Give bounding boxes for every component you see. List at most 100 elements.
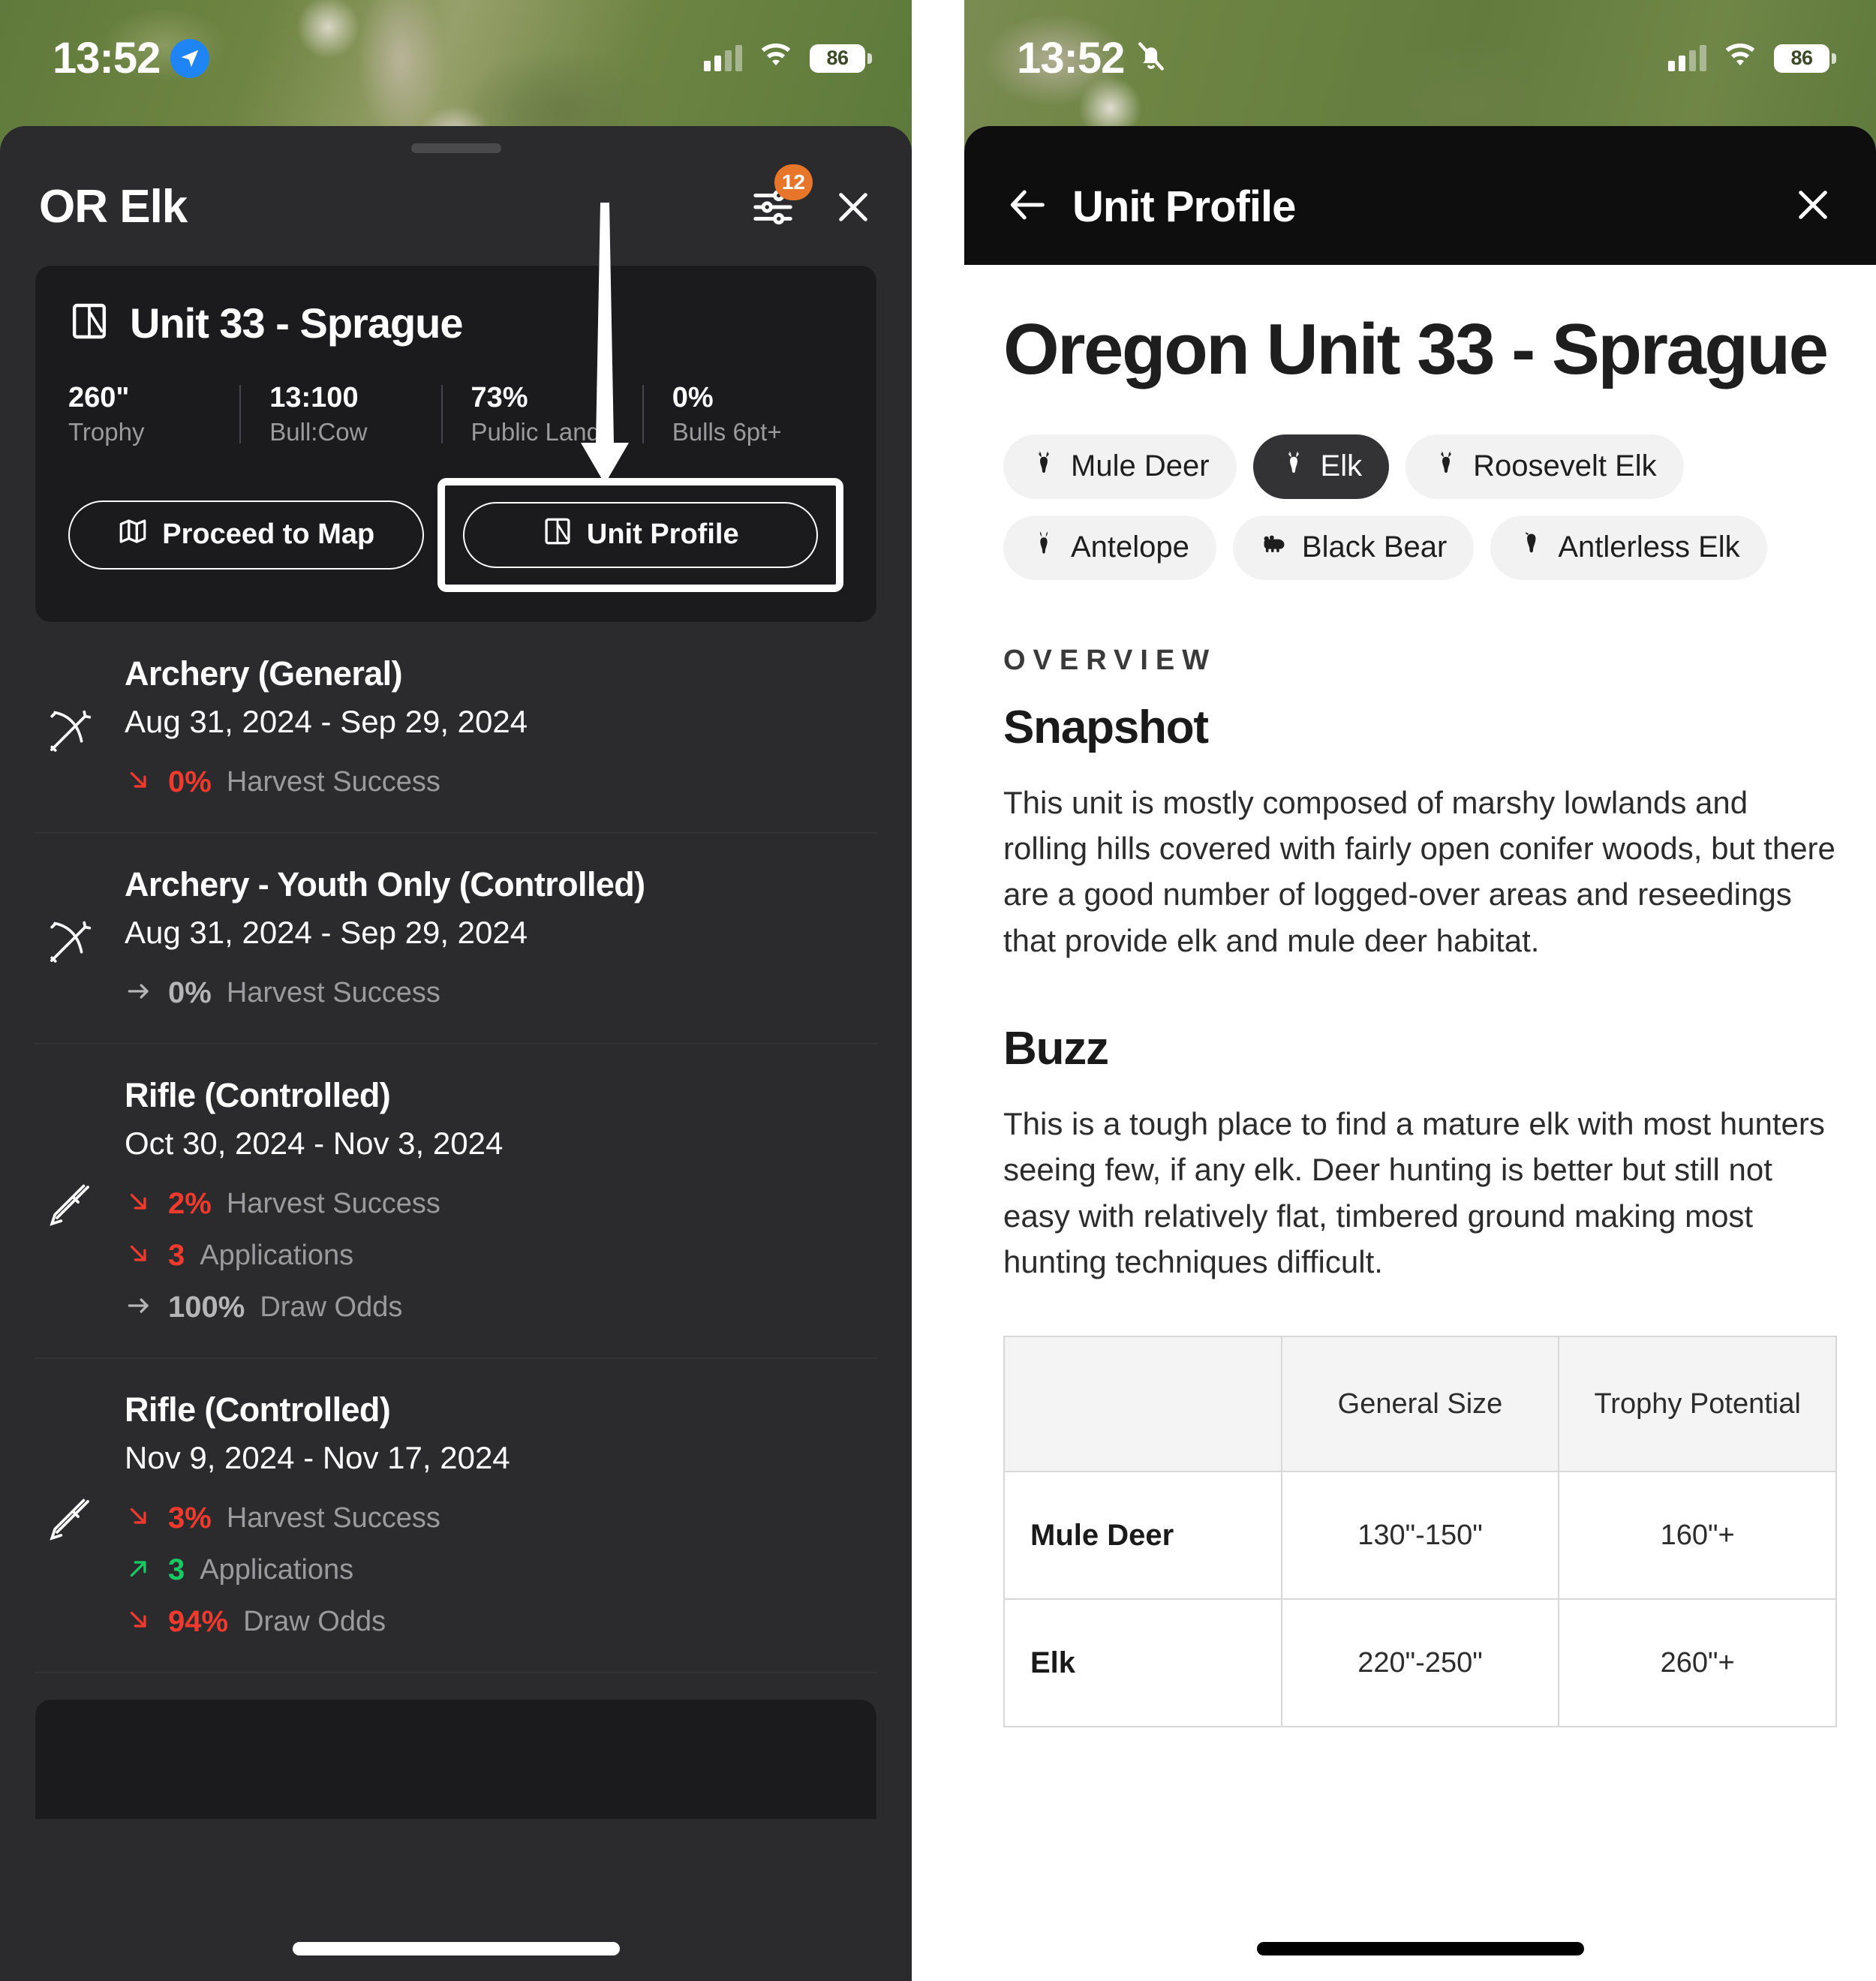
species-chip-antlerless-elk[interactable]: Antlerless Elk	[1490, 515, 1767, 580]
metric-label: Applications	[200, 1239, 354, 1271]
species-chip-label: Antlerless Elk	[1558, 531, 1740, 564]
snapshot-heading: Snapshot	[1003, 701, 1209, 753]
right-phone-screen: 13:52 86 Unit Profile Oregon Unit 33 - S…	[964, 0, 1876, 1981]
stat-value: 0%	[672, 382, 714, 413]
metric-value: 100%	[168, 1290, 245, 1324]
trend-flat-icon	[125, 1291, 153, 1324]
section-eyebrow-overview: OVERVIEW	[1003, 644, 1217, 676]
season-body: Archery (General) Aug 31, 2024 - Sep 29,…	[125, 654, 870, 799]
battery-indicator: 86	[1774, 44, 1836, 73]
proceed-to-map-button[interactable]: Proceed to Map	[68, 500, 424, 570]
trend-down-icon	[125, 1240, 153, 1272]
bow-icon	[41, 654, 99, 799]
profile-body: Oregon Unit 33 - Sprague Mule Deer Elk R…	[964, 265, 1876, 1981]
row-trophy-potential: 260"+	[1558, 1598, 1837, 1728]
battery-level: 86	[826, 47, 849, 69]
home-indicator	[1256, 1942, 1584, 1955]
trend-down-icon	[125, 1606, 153, 1638]
season-metrics: 3% Harvest Success 3 Applications 94% Dr…	[125, 1502, 870, 1639]
unit-summary-card[interactable]: Unit 33 - Sprague 260" Trophy 13:100 Bul…	[35, 265, 877, 623]
stat-label: Public Land	[471, 417, 600, 446]
metric-label: Harvest Success	[226, 976, 440, 1009]
metric-label: Harvest Success	[226, 1502, 440, 1534]
season-name: Rifle (Controlled)	[125, 1390, 391, 1429]
close-icon[interactable]	[832, 186, 874, 228]
status-time: 13:52	[53, 33, 161, 83]
species-chip-roosevelt-elk[interactable]: Roosevelt Elk	[1405, 434, 1684, 499]
col-trophy-potential: Trophy Potential	[1558, 1336, 1837, 1473]
trend-down-icon	[125, 1188, 153, 1220]
metric-value: 0%	[168, 975, 212, 1009]
unit-name: Unit 33 - Sprague	[130, 299, 464, 347]
metric-label: Draw Odds	[243, 1605, 386, 1637]
species-chip-label: Black Bear	[1301, 531, 1448, 564]
metric-label: Draw Odds	[260, 1291, 403, 1323]
proceed-to-map-label: Proceed to Map	[162, 519, 375, 551]
season-name: Archery - Youth Only (Controlled)	[125, 864, 645, 903]
unit-card-buttons: Proceed to Map Unit Profile	[68, 477, 843, 592]
species-chip-label: Antelope	[1071, 531, 1189, 564]
profile-header: Unit Profile	[964, 126, 1876, 265]
stat-value: 13:100	[269, 382, 359, 413]
metric-label: Applications	[200, 1553, 354, 1586]
status-bar-right-group: 86	[1668, 43, 1836, 73]
season-row[interactable]: Rifle (Controlled) Oct 30, 2024 - Nov 3,…	[35, 1045, 877, 1359]
metric-row: 94% Draw Odds	[125, 1605, 870, 1639]
season-row[interactable]: Rifle (Controlled) Nov 9, 2024 - Nov 17,…	[35, 1359, 877, 1673]
row-general-size: 220"-250"	[1280, 1598, 1560, 1728]
next-card-partial[interactable]	[35, 1698, 877, 1819]
species-chip-antelope[interactable]: Antelope	[1003, 515, 1216, 580]
season-row[interactable]: Archery (General) Aug 31, 2024 - Sep 29,…	[35, 623, 877, 834]
bear-icon	[1260, 530, 1288, 566]
col-general-size: General Size	[1280, 1336, 1560, 1473]
species-chip-black-bear[interactable]: Black Bear	[1232, 515, 1475, 580]
metric-value: 3%	[168, 1501, 212, 1535]
home-indicator	[292, 1942, 620, 1955]
size-table-head: General Size Trophy Potential	[1003, 1336, 1837, 1473]
left-phone-screen: 13:52 86 OR Elk 12 Unit 33 - Sprague 260…	[0, 0, 912, 1981]
size-table: General Size Trophy Potential Mule Deer …	[1003, 1336, 1837, 1728]
sliders-icon[interactable]: 12	[750, 164, 813, 230]
status-time: 13:52	[1017, 33, 1125, 83]
season-dates: Aug 31, 2024 - Sep 29, 2024	[125, 914, 528, 950]
snapshot-text: This unit is mostly composed of marshy l…	[1003, 784, 1835, 958]
wifi-icon	[1723, 43, 1757, 73]
bell-slash-icon	[1135, 40, 1168, 77]
size-table-body: Mule Deer 130"-150" 160"+ Elk 220"-250" …	[1003, 1471, 1837, 1728]
unit-profile-button[interactable]: Unit Profile	[462, 501, 818, 568]
season-row[interactable]: Archery - Youth Only (Controlled) Aug 31…	[35, 834, 877, 1045]
status-bar-left-group: 13:52	[1017, 33, 1168, 83]
close-icon[interactable]	[1792, 184, 1834, 230]
unit-profile-sheet: Unit Profile Oregon Unit 33 - Sprague Mu…	[964, 126, 1876, 1981]
header-actions: 12	[750, 164, 874, 230]
species-chip-elk[interactable]: Elk	[1252, 434, 1390, 499]
map-icon	[117, 516, 149, 555]
metric-row: 3% Harvest Success	[125, 1502, 870, 1535]
metric-row: 2% Harvest Success	[125, 1187, 870, 1221]
elk-head-icon	[1433, 449, 1460, 484]
sheet-header: OR Elk 12	[0, 126, 912, 265]
status-bar-right: 13:52 86	[964, 0, 1876, 116]
metric-row: 0% Harvest Success	[125, 976, 870, 1010]
filter-count-badge: 12	[774, 164, 813, 200]
season-dates: Nov 9, 2024 - Nov 17, 2024	[125, 1439, 510, 1475]
sheet-body: Unit 33 - Sprague 260" Trophy 13:100 Bul…	[0, 265, 912, 1981]
trend-flat-icon	[125, 977, 153, 1009]
table-header-row: General Size Trophy Potential	[1003, 1336, 1837, 1473]
unit-profile-highlight-box: Unit Profile	[437, 477, 843, 592]
back-arrow-icon[interactable]	[1006, 183, 1050, 230]
location-arrow-icon	[170, 38, 210, 78]
cellular-bars-icon	[1668, 44, 1706, 71]
bow-icon	[41, 865, 99, 1010]
season-dates: Oct 30, 2024 - Nov 3, 2024	[125, 1125, 504, 1161]
metric-value: 3	[168, 1238, 185, 1272]
species-chip-group: Mule Deer Elk Roosevelt Elk Antelope Bla…	[1003, 434, 1837, 580]
trend-down-icon	[125, 1502, 153, 1535]
stat-value: 73%	[471, 382, 528, 413]
season-dates: Aug 31, 2024 - Sep 29, 2024	[125, 703, 528, 739]
row-trophy-potential: 160"+	[1558, 1471, 1837, 1601]
table-row: Mule Deer 130"-150" 160"+	[1003, 1471, 1837, 1601]
season-metrics: 2% Harvest Success 3 Applications 100% D…	[125, 1187, 870, 1324]
species-chip-mule-deer[interactable]: Mule Deer	[1003, 434, 1237, 499]
species-chip-label: Roosevelt Elk	[1473, 449, 1657, 483]
